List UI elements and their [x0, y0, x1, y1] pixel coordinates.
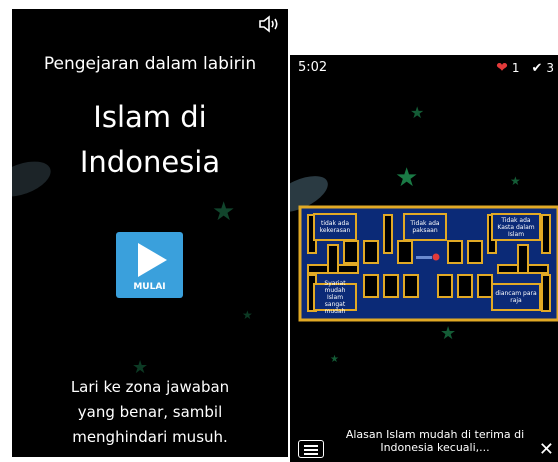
menu-icon [304, 445, 318, 447]
speaker-icon[interactable] [258, 15, 280, 33]
close-icon[interactable]: ✕ [539, 439, 554, 460]
start-button[interactable]: MULAI [116, 232, 183, 298]
answer-zone[interactable]: Tidak ada Kasta dalam Islam [491, 213, 541, 241]
star-decoration: ★ [410, 103, 425, 122]
star-decoration: ★ [510, 174, 521, 188]
menu-icon [304, 453, 318, 455]
answer-zone[interactable]: Tidak ada paksaan [403, 213, 447, 241]
instructions: Lari ke zona jawaban yang benar, sambil … [32, 375, 268, 450]
menu-icon [304, 449, 318, 451]
instructions-line3: menghindari musuh. [72, 428, 228, 446]
timer: 5:02 [298, 60, 328, 75]
start-screen: ★ ★ ★ Pengejaran dalam labirin Islam di … [12, 9, 288, 457]
lives-count: 1 [511, 61, 520, 75]
title-line1: Islam di [93, 100, 207, 134]
menu-button[interactable] [298, 440, 324, 458]
correct-count: 3 [546, 61, 554, 75]
game-screen: ★ ★ ★ ★ ★ 5:02 ❤ 1 ✔ 3 tidak ada kekeras… [290, 55, 558, 462]
page-title: Islam di Indonesia [12, 95, 288, 185]
star-decoration: ★ [395, 163, 419, 193]
heart-icon: ❤ [496, 60, 508, 76]
answer-zone[interactable]: tidak ada kekerasan [313, 213, 357, 241]
star-decoration: ★ [330, 354, 339, 365]
instructions-line1: Lari ke zona jawaban [70, 378, 230, 396]
score-panel: ❤ 1 ✔ 3 [496, 60, 554, 76]
star-decoration: ★ [242, 308, 253, 322]
star-decoration: ★ [440, 323, 457, 344]
question-text: Alasan Islam mudah di terima di Indonesi… [345, 428, 525, 454]
star-decoration: ★ [212, 197, 236, 227]
answer-zone[interactable]: diancam para raja [491, 283, 541, 311]
instructions-line2: yang benar, sambil [77, 403, 223, 421]
answer-zone[interactable]: Syariat mudah Islam sangat mudah [313, 280, 357, 315]
title-line2: Indonesia [79, 145, 221, 179]
check-icon: ✔ [531, 60, 543, 76]
subtitle: Pengejaran dalam labirin [43, 54, 257, 74]
start-button-label: MULAI [133, 282, 166, 292]
play-icon [138, 243, 167, 277]
